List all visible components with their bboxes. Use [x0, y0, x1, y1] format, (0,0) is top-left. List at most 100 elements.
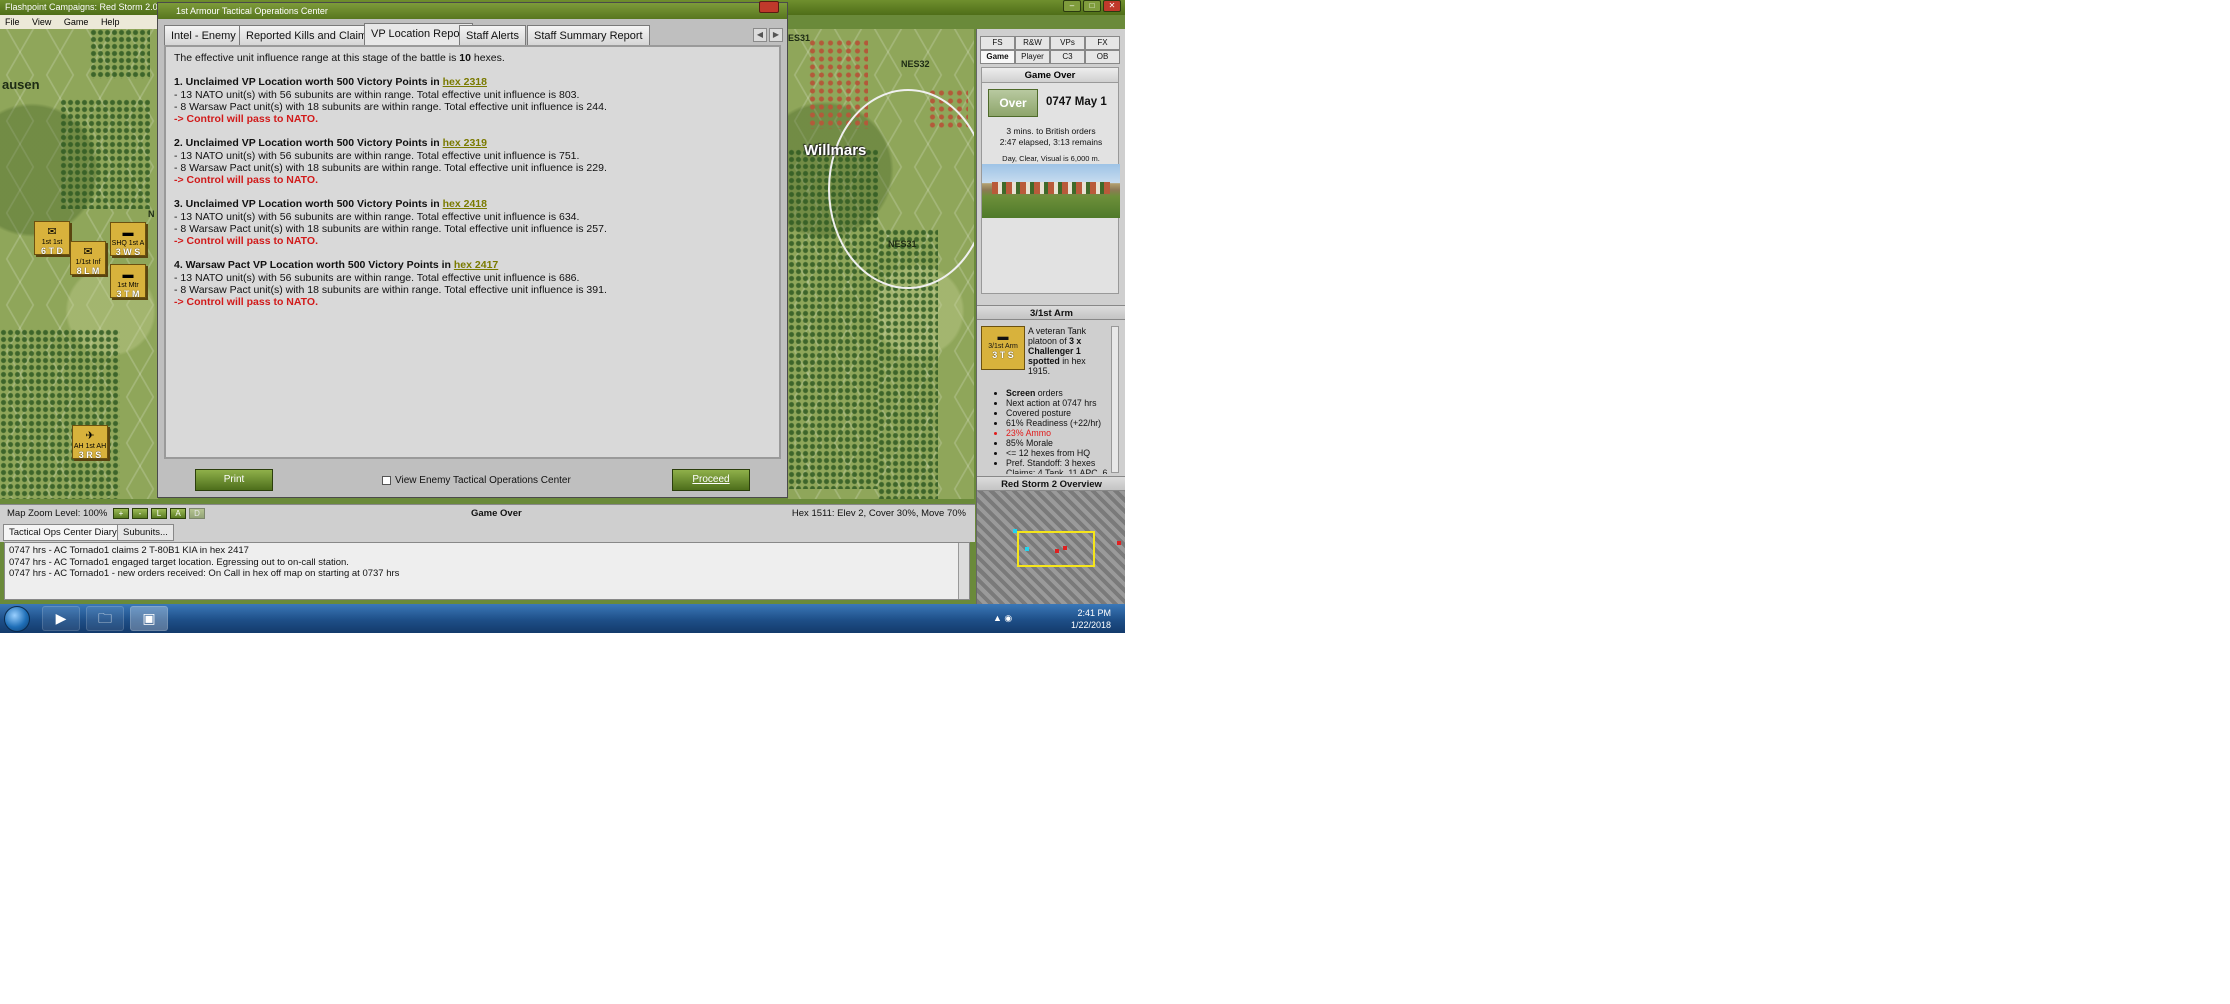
- map-label: N: [148, 209, 155, 219]
- game-taskbar-icon[interactable]: ▣: [130, 606, 168, 631]
- time-elapsed: 2:47 elapsed, 3:13 remains: [999, 137, 1103, 147]
- unit-detail: Screen orders: [1006, 388, 1107, 398]
- game-clock: 0747 May 1: [1046, 96, 1107, 108]
- map-layer-a-button[interactable]: A: [170, 508, 186, 519]
- counter-label: 1st 1st: [41, 239, 63, 246]
- unit-detail: 85% Morale: [1006, 438, 1107, 448]
- minimize-button[interactable]: –: [1063, 0, 1081, 12]
- tab-scroll-left-icon[interactable]: ◀: [753, 28, 767, 42]
- view-enemy-toc-checkbox[interactable]: View Enemy Tactical Operations Center: [382, 475, 571, 486]
- tab-subunits[interactable]: Subunits...: [117, 524, 174, 541]
- unit-scrollbar[interactable]: [1111, 326, 1119, 473]
- file-explorer-icon[interactable]: 🗀: [86, 606, 124, 631]
- map-layer-d-button[interactable]: D: [189, 508, 205, 519]
- unit-header: 3/1st Arm: [977, 305, 1125, 320]
- zoom-in-button[interactable]: +: [113, 508, 129, 519]
- control-note: -> Control will pass to NATO.: [174, 235, 318, 247]
- wp-influence-line: - 8 Warsaw Pact unit(s) with 18 subunits…: [174, 162, 607, 174]
- media-player-icon[interactable]: ▶: [42, 606, 80, 631]
- tab-staff-alerts[interactable]: Staff Alerts: [459, 25, 526, 45]
- tab-tactical-ops-diary[interactable]: Tactical Ops Center Diary: [3, 524, 123, 541]
- unit-counter[interactable]: ✉ 1st 1st 6 T D: [34, 221, 70, 256]
- wp-unit-marker: [1063, 546, 1067, 550]
- zoom-out-button[interactable]: -: [132, 508, 148, 519]
- toc-titlebar: 1st Armour Tactical Operations Center: [158, 1, 787, 19]
- checkbox-icon[interactable]: [382, 476, 391, 485]
- control-note: -> Control will pass to NATO.: [174, 296, 318, 308]
- hex-link[interactable]: hex 2319: [443, 137, 487, 149]
- tank-icon: ▬: [122, 269, 134, 281]
- close-app-button[interactable]: ✕: [1103, 0, 1121, 12]
- vp-report-content: The effective unit influence range at th…: [164, 45, 781, 459]
- hex-link[interactable]: hex 2318: [443, 76, 487, 88]
- influence-range-value: 10: [459, 52, 471, 64]
- unit-counter[interactable]: ✉ 1/1st Inf 8 L M: [70, 241, 106, 276]
- wp-unit-marker: [1055, 549, 1059, 553]
- forest-area: [90, 29, 150, 79]
- tab-player[interactable]: Player: [1015, 50, 1050, 64]
- tab-scroll-right-icon[interactable]: ▶: [769, 28, 783, 42]
- unit-detail: Next action at 0747 hrs: [1006, 398, 1107, 408]
- weather-photo: [982, 164, 1120, 218]
- road: [828, 89, 974, 289]
- screen: Flashpoint Campaigns: Red Storm 2.0.14 –…: [0, 0, 1125, 633]
- counter-label: SHQ 1st A: [111, 240, 145, 247]
- map-label: ES31: [788, 33, 811, 43]
- tab-staff-summary-report[interactable]: Staff Summary Report: [527, 25, 650, 45]
- clock-date[interactable]: 1/22/2018: [1071, 620, 1111, 630]
- unit-detail: 61% Readiness (+22/hr): [1006, 418, 1107, 428]
- counter-label: 1/1st Inf: [75, 259, 101, 266]
- tab-fx[interactable]: FX: [1085, 36, 1120, 50]
- toc-close-button[interactable]: [759, 1, 779, 13]
- unit-detail: Claims: 4 Tank, 11 APC, 6: [1006, 468, 1107, 474]
- map-right[interactable]: ES31 NES32 NES31 Willmars: [788, 29, 974, 499]
- map-layer-l-button[interactable]: L: [151, 508, 167, 519]
- start-button[interactable]: [4, 606, 30, 632]
- menu-help[interactable]: Help: [96, 17, 125, 27]
- nato-unit-marker: [1013, 529, 1017, 533]
- maximize-button[interactable]: □: [1083, 0, 1101, 12]
- tab-rw[interactable]: R&W: [1015, 36, 1050, 50]
- overview-minimap[interactable]: [977, 491, 1125, 604]
- counter-label: 1st Mtr: [117, 282, 139, 289]
- proceed-button[interactable]: Proceed: [672, 469, 750, 491]
- game-status-header: Game Over: [982, 68, 1118, 83]
- unit-detail: <= 12 hexes from HQ: [1006, 448, 1107, 458]
- unit-detail-ammo: 23% Ammo: [1006, 428, 1107, 438]
- vp-location-item: 3. Unclaimed VP Location worth 500 Victo…: [174, 198, 771, 247]
- clock-time[interactable]: 2:41 PM: [1077, 608, 1111, 618]
- vp-location-item: 4. Warsaw Pact VP Location worth 500 Vic…: [174, 259, 771, 308]
- tab-game[interactable]: Game: [980, 50, 1015, 64]
- hex-link[interactable]: hex 2418: [443, 198, 487, 210]
- unit-counter[interactable]: ▬ SHQ 1st A 3 W S: [110, 222, 146, 257]
- influence-intro: The effective unit influence range at th…: [174, 52, 505, 64]
- menu-game[interactable]: Game: [59, 17, 94, 27]
- forest-area: [0, 329, 120, 499]
- tab-intel-enemy[interactable]: Intel - Enemy: [164, 25, 243, 45]
- hex-info: Hex 1511: Elev 2, Cover 30%, Move 70%: [791, 508, 966, 519]
- print-button[interactable]: Print: [195, 469, 273, 491]
- tray-arrow-icon[interactable]: ▲ ◉: [993, 613, 1012, 624]
- menu-view[interactable]: View: [27, 17, 56, 27]
- tab-vps[interactable]: VPs: [1050, 36, 1085, 50]
- menu-file[interactable]: File: [0, 17, 25, 27]
- map-left[interactable]: ausen N ✉ 1st 1st 6 T D ✉ 1/1st Inf 8 L …: [0, 29, 158, 499]
- unit-counter[interactable]: ✈ AH 1st AH 3 R S: [72, 425, 108, 460]
- map-label: NES32: [901, 59, 930, 69]
- tab-fs[interactable]: FS: [980, 36, 1015, 50]
- wp-influence-line: - 8 Warsaw Pact unit(s) with 18 subunits…: [174, 101, 607, 113]
- right-panel: FS R&W VPs FX Game Player C3 OB Game Ove…: [976, 29, 1125, 604]
- control-note: -> Control will pass to NATO.: [174, 174, 318, 186]
- diary-scrollbar[interactable]: [958, 543, 969, 599]
- tab-ob[interactable]: OB: [1085, 50, 1120, 64]
- tab-vp-location-report[interactable]: VP Location Report: [364, 23, 474, 45]
- orders-countdown: 3 mins. to British orders: [1006, 126, 1096, 136]
- unit-counter[interactable]: ▬ 1st Mtr 3 T M: [110, 264, 146, 299]
- hex-link[interactable]: hex 2417: [454, 259, 498, 271]
- counter-label: AH 1st AH: [73, 443, 107, 450]
- tab-c3[interactable]: C3: [1050, 50, 1085, 64]
- nato-influence-line: - 13 NATO unit(s) with 56 subunits are w…: [174, 150, 580, 162]
- unit-info-card: ▬ 3/1st Arm 3 T S A veteran Tank platoon…: [981, 326, 1109, 476]
- weather-text: Day, Clear, Visual is 6,000 m.: [1002, 154, 1100, 163]
- tab-reported-kills[interactable]: Reported Kills and Claims: [239, 25, 380, 45]
